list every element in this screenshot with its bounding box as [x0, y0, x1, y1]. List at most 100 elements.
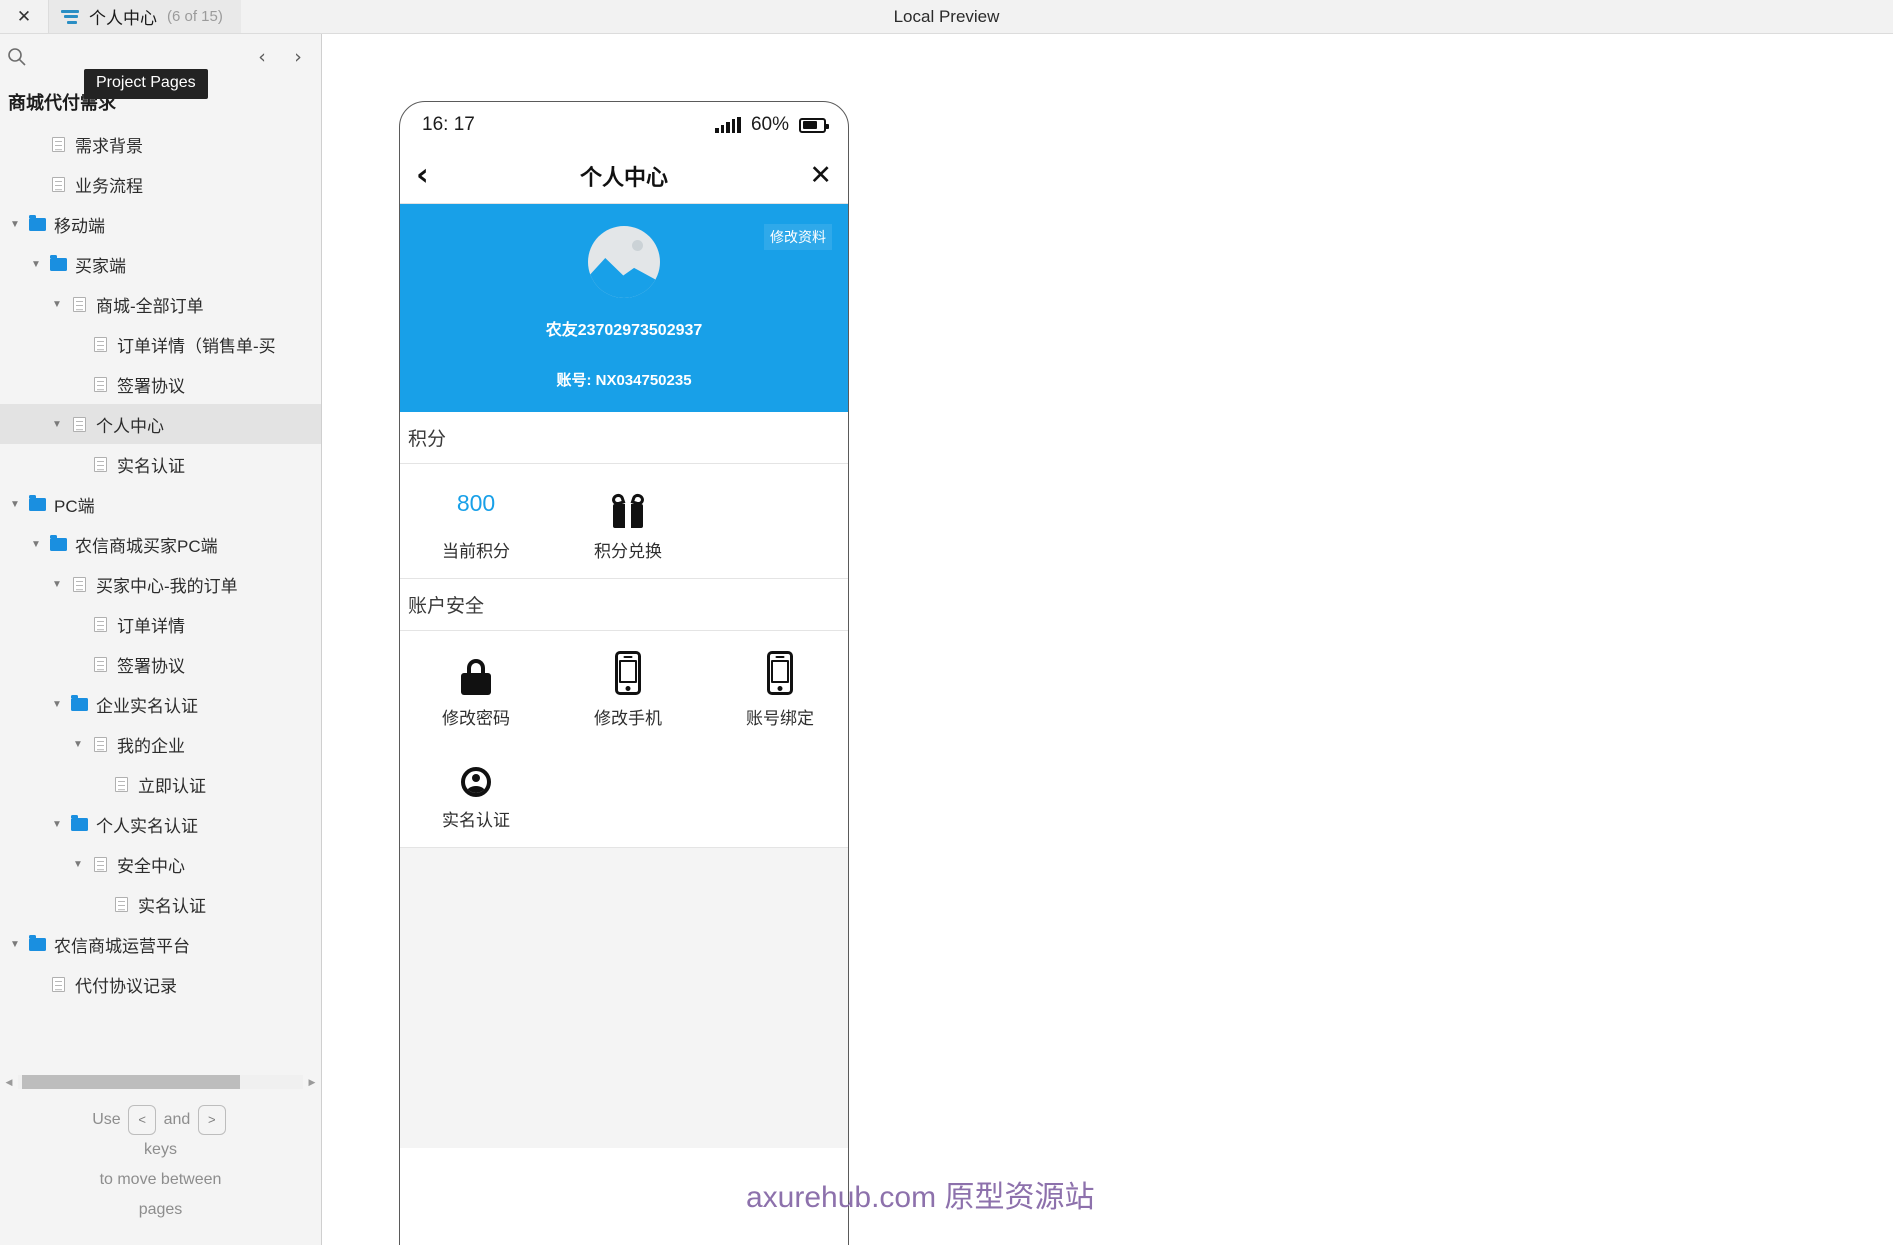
tree-item[interactable]: ▼ 实名认证 [0, 884, 321, 924]
tree-twisty-icon[interactable]: ▼ [46, 699, 68, 710]
status-right-cluster: 60% [715, 114, 829, 136]
page-icon-shape [93, 616, 107, 632]
tree-item-label: 商城-全部订单 [96, 296, 204, 316]
tree-twisty-icon[interactable]: ▼ [46, 419, 68, 430]
tree-twisty-icon[interactable]: ▼ [25, 259, 47, 270]
tree-item[interactable]: ▼ 移动端 [0, 204, 321, 244]
tree-twisty-icon[interactable]: ▼ [25, 539, 47, 550]
previous-page-button[interactable]: ‹ [249, 43, 275, 71]
username: 农友23702973502937 [545, 322, 703, 339]
tree-item-label: 签署协议 [117, 376, 185, 396]
bind-account-cell[interactable]: 账号绑定 [704, 645, 848, 729]
person-icon-wrap [400, 747, 552, 797]
tree-item[interactable]: ▼ 商城-全部订单 [0, 284, 321, 324]
tree-item-label: 安全中心 [117, 856, 185, 876]
points-section-title: 积分 [400, 412, 848, 464]
tree-item[interactable]: ▼ 农信商城买家PC端 [0, 524, 321, 564]
page-icon-shape [72, 296, 86, 312]
tree-item[interactable]: ▼ 签署协议 [0, 364, 321, 404]
tree-item[interactable]: ▼ 实名认证 [0, 444, 321, 484]
sidebar-horizontal-scrollbar[interactable]: ◀ ▶ [0, 1071, 321, 1093]
scrollbar-track[interactable] [18, 1075, 303, 1089]
tree-item[interactable]: ▼ 安全中心 [0, 844, 321, 884]
tree-item[interactable]: ▼ 我的企业 [0, 724, 321, 764]
tree-item[interactable]: ▼ PC端 [0, 484, 321, 524]
scrollbar-thumb[interactable] [22, 1075, 240, 1089]
page-icon [110, 896, 132, 912]
tree-twisty-icon[interactable]: ▼ [67, 859, 89, 870]
tree-item[interactable]: ▼ 订单详情 [0, 604, 321, 644]
tree-item-label: 买家中心-我的订单 [96, 576, 238, 596]
change-password-cell[interactable]: 修改密码 [400, 645, 552, 729]
mobile-phone-icon [615, 651, 641, 695]
page-icon-shape [93, 336, 107, 352]
page-icon-shape [93, 376, 107, 392]
sitemap-icon [61, 9, 79, 25]
tree-item[interactable]: ▼ 立即认证 [0, 764, 321, 804]
page-icon [110, 776, 132, 792]
page-icon [68, 576, 90, 592]
tree-item[interactable]: ▼ 签署协议 [0, 644, 321, 684]
security-grid-row-1: 修改密码 修改手机 账号绑定 [400, 645, 848, 729]
folder-icon-shape [70, 814, 88, 831]
tree-item[interactable]: ▼ 买家端 [0, 244, 321, 284]
tree-twisty-spacer: ▼ [25, 139, 47, 150]
tree-twisty-icon[interactable]: ▼ [4, 499, 26, 510]
gift-icon [610, 492, 646, 528]
real-name-auth-label: 实名认证 [442, 811, 510, 830]
points-section-body: 800 当前积分 积分兑换 [400, 464, 848, 579]
tree-item[interactable]: ▼ 订单详情（销售单-买 [0, 324, 321, 364]
close-panel-button[interactable]: ✕ [0, 0, 49, 33]
folder-icon [47, 534, 69, 551]
close-icon[interactable]: ✕ [809, 162, 832, 189]
page-icon-shape [72, 416, 86, 432]
tree-item[interactable]: ▼ 代付协议记录 [0, 964, 321, 1004]
security-section-title: 账户安全 [400, 579, 848, 631]
page-icon-shape [51, 136, 65, 152]
tree-twisty-icon[interactable]: ▼ [46, 299, 68, 310]
tree-item[interactable]: ▼ 个人实名认证 [0, 804, 321, 844]
search-icon[interactable] [7, 47, 26, 66]
scroll-left-arrow[interactable]: ◀ [0, 1077, 18, 1088]
image-placeholder-avatar-icon[interactable] [588, 226, 660, 298]
status-time: 16: 17 [422, 114, 475, 135]
tree-item[interactable]: ▼ 个人中心 [0, 404, 321, 444]
tree-item-label: 需求背景 [75, 136, 143, 156]
tree-twisty-spacer: ▼ [67, 659, 89, 670]
preview-canvas: 16: 17 60% ‹ 个人中心 ✕ 修改资料 农友2370297350293 [323, 34, 1893, 1245]
page-icon [89, 376, 111, 392]
page-icon-shape [93, 736, 107, 752]
change-phone-label: 修改手机 [594, 709, 662, 728]
chevron-left-icon[interactable]: ‹ [416, 160, 429, 191]
tree-twisty-icon[interactable]: ▼ [4, 939, 26, 950]
page-icon [89, 856, 111, 872]
scroll-right-arrow[interactable]: ▶ [303, 1077, 321, 1088]
edit-profile-button[interactable]: 修改资料 [764, 224, 832, 250]
tree-item-label: 订单详情（销售单-买 [117, 336, 276, 356]
tree-item[interactable]: ▼ 企业实名认证 [0, 684, 321, 724]
empty-page-area [400, 848, 848, 1148]
page-title: 个人中心 [579, 164, 668, 190]
tree-twisty-icon[interactable]: ▼ [4, 219, 26, 230]
points-exchange-cell[interactable]: 积分兑换 [552, 478, 704, 562]
current-points-cell[interactable]: 800 当前积分 [400, 478, 552, 562]
page-icon-shape [114, 776, 128, 792]
tree-twisty-spacer: ▼ [67, 339, 89, 350]
page-icon-shape [51, 176, 65, 192]
security-section-body: 修改密码 修改手机 账号绑定 实名认证 [400, 631, 848, 848]
folder-icon-shape [28, 494, 46, 511]
tree-twisty-icon[interactable]: ▼ [46, 579, 68, 590]
tree-twisty-icon[interactable]: ▼ [46, 819, 68, 830]
next-page-button[interactable]: › [285, 43, 311, 71]
hint-keys-text: keys [144, 1141, 177, 1158]
page-icon [89, 336, 111, 352]
tree-item[interactable]: ▼ 需求背景 [0, 124, 321, 164]
change-phone-cell[interactable]: 修改手机 [552, 645, 704, 729]
tree-item[interactable]: ▼ 农信商城运营平台 [0, 924, 321, 964]
tree-twisty-icon[interactable]: ▼ [67, 739, 89, 750]
tree-item[interactable]: ▼ 买家中心-我的订单 [0, 564, 321, 604]
tree-item[interactable]: ▼ 业务流程 [0, 164, 321, 204]
current-points-label: 当前积分 [442, 542, 510, 561]
real-name-auth-cell[interactable]: 实名认证 [400, 747, 552, 831]
tab-personal-center[interactable]: 个人中心 (6 of 15) [49, 0, 241, 33]
